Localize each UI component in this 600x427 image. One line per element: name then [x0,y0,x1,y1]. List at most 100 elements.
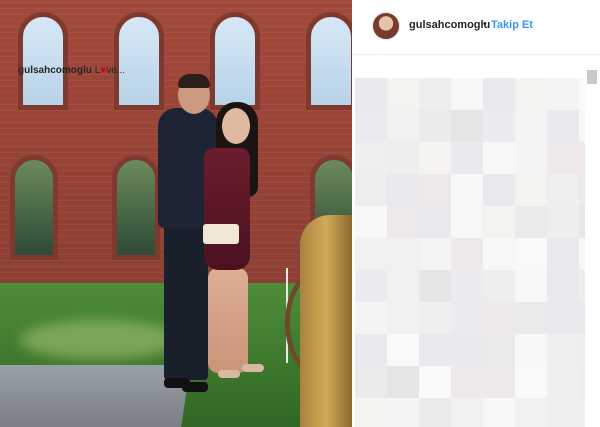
pixel-block [547,110,579,142]
pixel-block [387,366,419,398]
pixel-block [451,302,483,334]
pixel-block [451,110,483,142]
pixel-block [355,142,387,174]
caption-username[interactable]: gulsahcomoglu [18,65,92,76]
pixel-block [419,110,451,142]
pixel-block [355,174,387,206]
pixel-block [451,174,483,206]
pixel-block [419,78,451,110]
pixel-block [387,270,419,302]
pixel-block [483,142,515,174]
photo-sunlight [20,320,180,360]
photo-woman-dress [204,148,250,270]
photo-hay-bundle [300,215,352,427]
photo-arched-window [210,12,260,110]
pixel-block [451,366,483,398]
pixel-block [579,142,585,174]
photo-clutch-bag [203,224,239,244]
pixel-block [355,270,387,302]
photo-arched-window [114,12,164,110]
pixel-block [419,302,451,334]
pixel-block [579,334,585,366]
pixelated-comments-area [355,78,585,427]
pixel-block [483,110,515,142]
pixel-block [483,398,515,427]
post-caption: gulsahcomoglu L♥ve... [18,65,125,76]
pixel-block [515,334,547,366]
pixel-block [579,398,585,427]
photo-stone-path [0,365,190,427]
pixel-block [355,238,387,270]
pixel-block [419,398,451,427]
pixel-block [451,398,483,427]
pixel-block [387,142,419,174]
pixel-block [483,302,515,334]
pixel-block [547,270,579,302]
pixel-block [515,110,547,142]
pixel-block [387,206,419,238]
pixel-block [483,270,515,302]
pixel-block [547,206,579,238]
pixel-block [579,366,585,398]
pixel-block [515,174,547,206]
pixel-block [547,334,579,366]
pixel-block [419,334,451,366]
pixel-block [547,398,579,427]
pixel-block [419,366,451,398]
pixel-block [355,302,387,334]
pixel-block [451,270,483,302]
pixel-block [419,142,451,174]
pixel-block [451,334,483,366]
photo-man-hair [178,74,210,88]
pixel-block [515,142,547,174]
photo-heel [218,370,240,378]
pixel-block [483,78,515,110]
photo-woman-head [222,108,250,144]
pixel-block [387,334,419,366]
pixel-block [355,206,387,238]
header-separator: • [483,18,487,30]
post-header: gulsahcomoglu • Takip Et [352,0,600,55]
pixel-block [483,174,515,206]
pixel-block [451,78,483,110]
pixel-block [355,78,387,110]
pixel-block [579,238,585,270]
pixel-block [579,206,585,238]
header-username[interactable]: gulsahcomoglu [409,19,490,31]
pixel-block [515,398,547,427]
pixel-block [515,302,547,334]
pixel-block [547,142,579,174]
photo-shoe [182,382,208,392]
pixel-block [547,78,579,110]
pixel-block [483,334,515,366]
pixel-block [579,302,585,334]
pixel-block [387,110,419,142]
pixel-block [451,238,483,270]
pixel-block [579,270,585,302]
pixel-block [387,174,419,206]
pixel-block [387,302,419,334]
pixel-block [387,398,419,427]
pixel-block [547,302,579,334]
pixel-block [547,174,579,206]
pixel-block [451,206,483,238]
pixel-block [451,142,483,174]
pixel-block [515,270,547,302]
pixel-block [515,206,547,238]
pixel-block [419,238,451,270]
pixel-block [483,238,515,270]
pixel-block [547,366,579,398]
pixel-block [355,110,387,142]
scrollbar-thumb[interactable] [587,70,597,84]
profile-avatar[interactable] [372,12,400,40]
pixel-block [355,366,387,398]
photo-man-legs [164,225,208,380]
photo-heel [242,364,264,372]
pixel-block [579,78,585,110]
photo-arched-window [18,12,68,110]
pixel-block [579,110,585,142]
caption-text-end: ve... [106,65,126,76]
pixel-block [483,366,515,398]
follow-button[interactable]: Takip Et [491,19,533,31]
pixel-block [387,238,419,270]
